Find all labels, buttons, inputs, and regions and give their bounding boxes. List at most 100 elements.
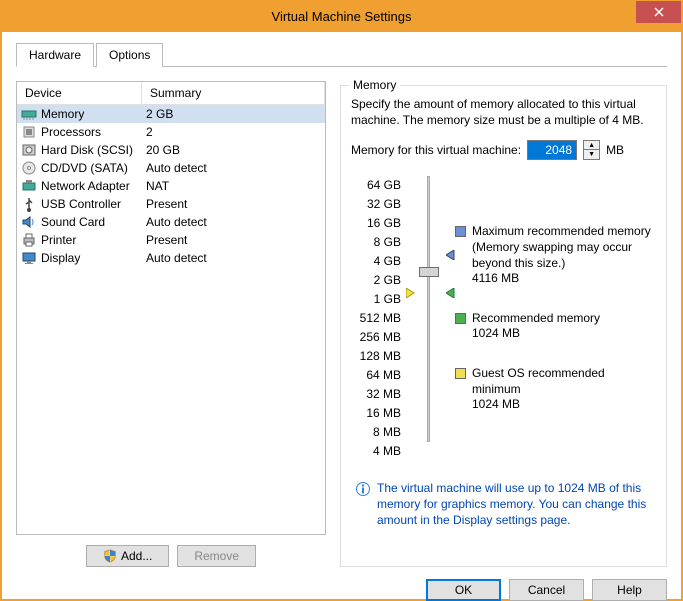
- legend-rec: Recommended memory 1024 MB: [455, 311, 656, 342]
- memory-description: Specify the amount of memory allocated t…: [351, 96, 656, 128]
- dialog-body: Hardware Options Device Summary Memory 2 …: [1, 31, 682, 600]
- device-summary: 20 GB: [142, 143, 321, 157]
- cd-icon: [21, 160, 37, 176]
- table-row[interactable]: CD/DVD (SATA)Auto detect: [17, 159, 325, 177]
- usb-icon: [21, 196, 37, 212]
- table-row[interactable]: Processors 2: [17, 123, 325, 141]
- tab-hardware[interactable]: Hardware: [16, 43, 94, 67]
- header-summary[interactable]: Summary: [142, 82, 325, 104]
- info-icon: [355, 481, 371, 497]
- sound-icon: [21, 214, 37, 230]
- device-name: Processors: [41, 125, 101, 139]
- printer-icon: [21, 232, 37, 248]
- shield-icon: [103, 549, 117, 563]
- device-buttons: Add... Remove: [16, 545, 326, 567]
- device-name: Printer: [41, 233, 76, 247]
- legend-max-label: Maximum recommended memory: [472, 224, 651, 240]
- tick-label: 16 MB: [351, 404, 401, 423]
- device-summary: Auto detect: [142, 161, 321, 175]
- info-text: The virtual machine will use up to 1024 …: [377, 481, 652, 528]
- device-name: Sound Card: [41, 215, 105, 229]
- legend-guest-label: Guest OS recommended minimum: [472, 366, 656, 397]
- device-name: Memory: [41, 107, 84, 121]
- device-name: Hard Disk (SCSI): [41, 143, 133, 157]
- table-row[interactable]: Hard Disk (SCSI) 20 GB: [17, 141, 325, 159]
- remove-button[interactable]: Remove: [177, 545, 256, 567]
- device-table: Device Summary Memory 2 GB Processors 2 Hard…: [16, 81, 326, 535]
- memory-slider-area: 64 GB32 GB16 GB8 GB4 GB2 GB1 GB512 MB256…: [351, 176, 656, 461]
- settings-panel: Memory Specify the amount of memory allo…: [340, 81, 667, 567]
- tick-label: 64 MB: [351, 366, 401, 385]
- ok-button[interactable]: OK: [426, 579, 501, 601]
- legend-guest-value: 1024 MB: [472, 397, 656, 413]
- spinner-up-icon[interactable]: ▲: [584, 141, 599, 150]
- table-row[interactable]: USB Controller Present: [17, 195, 325, 213]
- legend-max-note: (Memory swapping may occur beyond this s…: [472, 240, 656, 271]
- device-name: USB Controller: [41, 197, 121, 211]
- titlebar: Virtual Machine Settings: [1, 1, 682, 31]
- tick-label: 4 GB: [351, 252, 401, 271]
- tick-label: 8 GB: [351, 233, 401, 252]
- tick-label: 512 MB: [351, 309, 401, 328]
- device-name: Display: [41, 251, 80, 265]
- triangle-left-icon: [446, 288, 456, 298]
- hdd-icon: [21, 142, 37, 158]
- device-summary: Auto detect: [142, 251, 321, 265]
- memory-spinner[interactable]: ▲ ▼: [583, 140, 600, 160]
- close-icon: [654, 7, 664, 17]
- tick-label: 128 MB: [351, 347, 401, 366]
- tick-label: 4 MB: [351, 442, 401, 461]
- device-name: Network Adapter: [41, 179, 130, 193]
- tab-options[interactable]: Options: [96, 43, 163, 67]
- close-button[interactable]: [636, 1, 681, 23]
- memory-input-row: Memory for this virtual machine: ▲ ▼ MB: [351, 140, 656, 160]
- add-button[interactable]: Add...: [86, 545, 169, 567]
- tick-label: 256 MB: [351, 328, 401, 347]
- device-summary: Auto detect: [142, 215, 321, 229]
- table-row[interactable]: Display Auto detect: [17, 249, 325, 267]
- tick-label: 16 GB: [351, 214, 401, 233]
- dialog-buttons: OK Cancel Help: [16, 579, 667, 601]
- legend-rec-value: 1024 MB: [472, 326, 656, 342]
- device-summary: Present: [142, 233, 321, 247]
- header-device[interactable]: Device: [17, 82, 142, 104]
- tick-label: 64 GB: [351, 176, 401, 195]
- legend-max: Maximum recommended memory (Memory swapp…: [455, 224, 656, 286]
- window-title: Virtual Machine Settings: [1, 9, 682, 24]
- memory-input-label: Memory for this virtual machine:: [351, 143, 521, 157]
- device-list-panel: Device Summary Memory 2 GB Processors 2 Hard…: [16, 81, 326, 567]
- device-summary: 2: [142, 125, 321, 139]
- device-summary: 2 GB: [142, 107, 321, 121]
- memory-input[interactable]: [527, 140, 577, 160]
- slider-thumb[interactable]: [419, 267, 439, 277]
- tick-label: 32 MB: [351, 385, 401, 404]
- legend-guest: Guest OS recommended minimum 1024 MB: [455, 366, 656, 413]
- marker-max: [446, 249, 456, 263]
- memory-groupbox: Memory Specify the amount of memory allo…: [340, 85, 667, 567]
- tick-label: 2 GB: [351, 271, 401, 290]
- marker-rec: [446, 287, 456, 301]
- memory-icon: [21, 106, 37, 122]
- legend-square-rec: [455, 313, 466, 324]
- legend-rec-label: Recommended memory: [472, 311, 600, 327]
- table-row[interactable]: Sound Card Auto detect: [17, 213, 325, 231]
- legend-square-guest: [455, 368, 466, 379]
- device-summary: Present: [142, 197, 321, 211]
- table-row[interactable]: Printer Present: [17, 231, 325, 249]
- nic-icon: [21, 178, 37, 194]
- memory-unit: MB: [606, 143, 624, 157]
- tabstrip: Hardware Options: [16, 42, 667, 67]
- memory-legend: Maximum recommended memory (Memory swapp…: [455, 176, 656, 461]
- table-row[interactable]: Network Adapter NAT: [17, 177, 325, 195]
- table-row[interactable]: Memory 2 GB: [17, 105, 325, 123]
- slider-tick-labels: 64 GB32 GB16 GB8 GB4 GB2 GB1 GB512 MB256…: [351, 176, 401, 461]
- cancel-button[interactable]: Cancel: [509, 579, 584, 601]
- slider-track-wrap: [413, 176, 443, 461]
- device-summary: NAT: [142, 179, 321, 193]
- memory-slider[interactable]: [427, 176, 430, 442]
- display-icon: [21, 250, 37, 266]
- tab-hardware-content: Device Summary Memory 2 GB Processors 2 Hard…: [16, 67, 667, 567]
- triangle-left-icon: [446, 250, 456, 260]
- help-button[interactable]: Help: [592, 579, 667, 601]
- spinner-down-icon[interactable]: ▼: [584, 150, 599, 159]
